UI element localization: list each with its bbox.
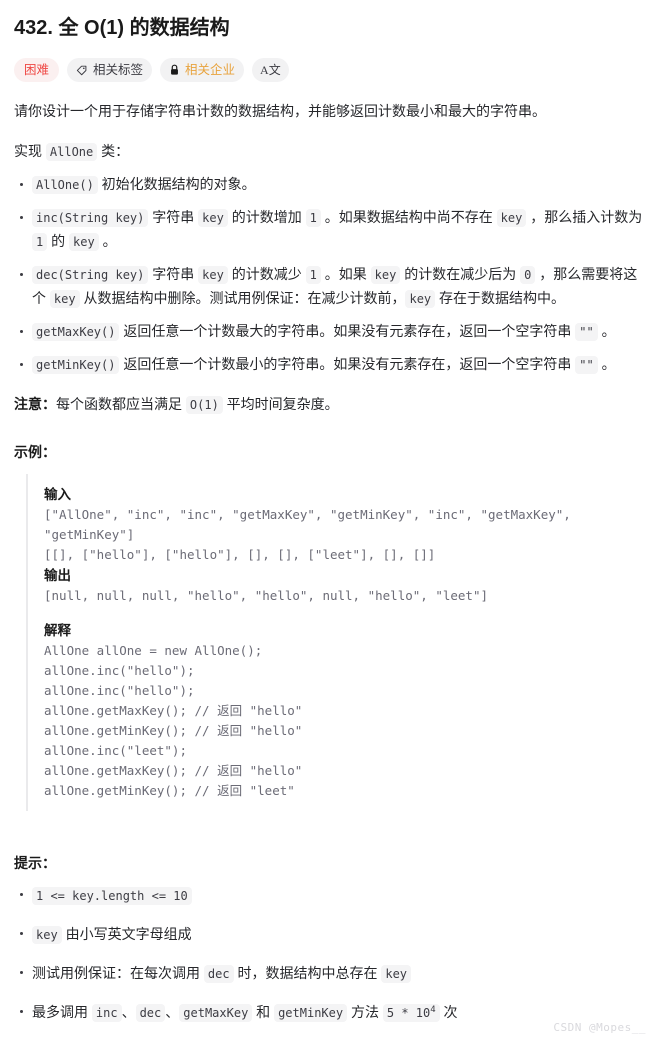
inline-code: getMinKey()	[32, 356, 120, 374]
inline-code: key	[370, 266, 401, 284]
problem-page: 432. 全 O(1) 的数据结构 困难 相关标签 相关企业 A文 请你设计一个…	[0, 0, 658, 1044]
inline-code: 1 <= key.length <= 10	[32, 887, 192, 905]
inline-code: dec	[135, 1004, 166, 1022]
complexity-note: 注意：每个函数都应当满足 O(1) 平均时间复杂度。	[14, 393, 646, 416]
example-spacer	[44, 606, 646, 620]
inline-code: ""	[575, 323, 598, 341]
superscript: 4	[430, 1005, 436, 1015]
inline-code: 1	[305, 266, 321, 284]
font-size-button[interactable]: A文	[252, 58, 289, 82]
inline-code: inc	[91, 1004, 122, 1022]
hint-list-item: 最多调用 inc、 dec、 getMaxKey 和 getMinKey 方法 5 …	[12, 1000, 646, 1025]
tag-icon	[76, 64, 88, 76]
hint-list-item: 测试用例保证：在每次调用 dec 时，数据结构中总存在 key	[12, 961, 646, 986]
inline-code: 1	[305, 209, 321, 227]
page-title: 432. 全 O(1) 的数据结构	[14, 17, 230, 39]
example-input-code: ["AllOne", "inc", "inc", "getMaxKey", "g…	[44, 507, 571, 562]
related-tags-button[interactable]: 相关标签	[67, 58, 153, 82]
difficulty-label: 困难	[24, 62, 50, 77]
inline-code: key	[49, 290, 80, 308]
method-list-item: inc(String key) 字符串 key 的计数增加 1 。如果数据结构中…	[12, 206, 646, 254]
related-tags-label: 相关标签	[93, 62, 144, 77]
example-output-code: [null, null, null, "hello", "hello", nul…	[44, 588, 489, 603]
example-input-label: 输入	[44, 487, 71, 502]
inline-code: key	[32, 926, 62, 944]
inline-code: key	[198, 209, 228, 227]
inline-code: 5 * 104	[382, 1004, 440, 1022]
font-size-icon: A文	[260, 63, 281, 77]
inline-code: inc(String key)	[32, 209, 149, 227]
watermark: CSDN @Mopes__	[553, 1021, 646, 1034]
difficulty-badge[interactable]: 困难	[14, 58, 60, 82]
inline-code: dec(String key)	[32, 266, 149, 284]
inline-code: key	[381, 965, 412, 983]
note-label: 注意：	[14, 396, 56, 412]
note-body: 每个函数都应当满足 O(1) 平均时间复杂度。	[56, 396, 339, 414]
implement-suffix: 类：	[97, 143, 130, 159]
inline-code: getMaxKey()	[32, 323, 120, 341]
example-heading: 示例：	[14, 444, 56, 460]
inline-code: ""	[575, 356, 598, 374]
example-explain-code: AllOne allOne = new AllOne(); allOne.inc…	[44, 643, 303, 798]
inline-code: getMinKey	[274, 1004, 348, 1022]
inline-code: O(1)	[185, 396, 223, 414]
inline-code: AllOne()	[32, 176, 98, 194]
method-list: AllOne() 初始化数据结构的对象。 inc(String key) 字符串 …	[12, 173, 646, 377]
hint-list-item: key 由小写英文字母组成	[12, 922, 646, 947]
badge-row: 困难 相关标签 相关企业 A文	[14, 58, 646, 82]
inline-code: dec	[203, 965, 234, 983]
inline-code: key	[198, 266, 228, 284]
related-companies-label: 相关企业	[185, 62, 236, 77]
related-companies-button[interactable]: 相关企业	[160, 58, 245, 82]
inline-code: 1	[32, 233, 48, 251]
example-explain-label: 解释	[44, 623, 71, 638]
method-list-item: getMinKey() 返回任意一个计数最小的字符串。如果没有元素存在，返回一个…	[12, 353, 646, 377]
implement-prefix: 实现	[14, 143, 46, 159]
inline-code: getMaxKey	[179, 1004, 253, 1022]
method-list-item: getMaxKey() 返回任意一个计数最大的字符串。如果没有元素存在，返回一个…	[12, 320, 646, 344]
inline-code: key	[496, 209, 527, 227]
inline-code: 0	[520, 266, 536, 284]
hint-list: 1 <= key.length <= 10 key 由小写英文字母组成 测试用例保证…	[12, 883, 646, 1025]
method-list-item: AllOne() 初始化数据结构的对象。	[12, 173, 646, 197]
hint-list-item: 1 <= key.length <= 10	[12, 883, 646, 908]
example-block: 输入 ["AllOne", "inc", "inc", "getMaxKey",…	[26, 474, 646, 811]
class-name-code: AllOne	[45, 143, 98, 161]
problem-intro: 请你设计一个用于存储字符串计数的数据结构，并能够返回计数最小和最大的字符串。	[14, 103, 546, 119]
example-output-label: 输出	[44, 568, 71, 583]
lock-icon	[169, 64, 180, 76]
method-list-item: dec(String key) 字符串 key 的计数减少 1 。如果 key …	[12, 263, 646, 311]
implement-line: 实现 AllOne 类：	[14, 140, 646, 163]
hints-heading: 提示：	[14, 855, 56, 871]
inline-code: key	[69, 233, 99, 251]
inline-code: key	[405, 290, 436, 308]
